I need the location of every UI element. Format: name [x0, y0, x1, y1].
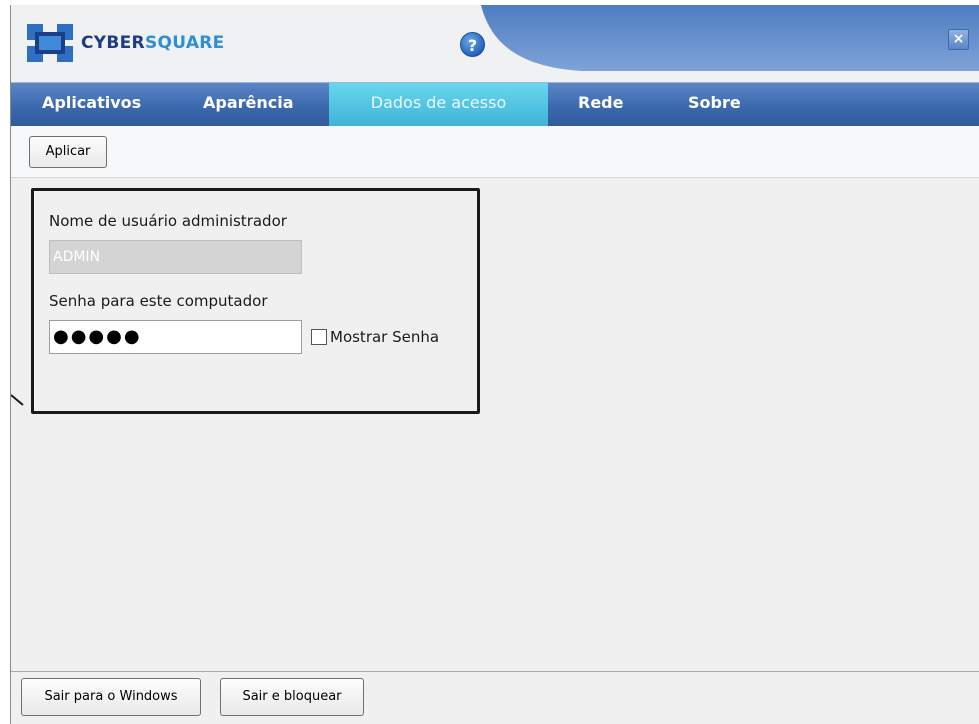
username-label: Nome de usuário administrador	[49, 212, 287, 230]
tab-bar: Aplicativos Aparência Dados de acesso Re…	[11, 82, 979, 126]
help-button[interactable]: ?	[460, 32, 485, 57]
brand-name-dark: CYBER	[81, 33, 145, 53]
help-icon: ?	[467, 36, 478, 55]
brand-name: CYBERSQUARE	[81, 33, 225, 53]
tab-dados-de-acesso[interactable]: Dados de acesso	[329, 83, 548, 126]
tab-aparencia[interactable]: Aparência	[203, 83, 294, 126]
brand-name-light: SQUARE	[144, 33, 225, 53]
close-icon: ×	[952, 31, 965, 47]
footer-divider	[11, 671, 979, 672]
tab-sobre[interactable]: Sobre	[688, 83, 741, 126]
username-field: ADMIN	[49, 240, 302, 274]
app-window: CYBERSQUARE ? × Aplicativos Aparência Da…	[10, 5, 979, 724]
toolbar: Aplicar	[11, 126, 979, 178]
exit-and-lock-button[interactable]: Sair e bloquear	[220, 678, 364, 716]
credentials-panel: Nome de usuário administrador ADMIN Senh…	[31, 188, 480, 414]
app-header: CYBERSQUARE ? ×	[11, 5, 979, 82]
header-wave-decoration	[481, 5, 979, 71]
password-label: Senha para este computador	[49, 292, 268, 310]
close-button[interactable]: ×	[948, 29, 969, 50]
cybersquare-logo-icon	[27, 24, 73, 62]
tab-rede[interactable]: Rede	[578, 83, 623, 126]
exit-to-windows-button[interactable]: Sair para o Windows	[21, 678, 201, 716]
password-field[interactable]: ●●●●●	[49, 320, 302, 354]
show-password-label[interactable]: Mostrar Senha	[330, 328, 439, 346]
apply-button[interactable]: Aplicar	[29, 136, 107, 168]
show-password-checkbox[interactable]	[311, 329, 327, 345]
tab-aplicativos[interactable]: Aplicativos	[42, 83, 141, 126]
